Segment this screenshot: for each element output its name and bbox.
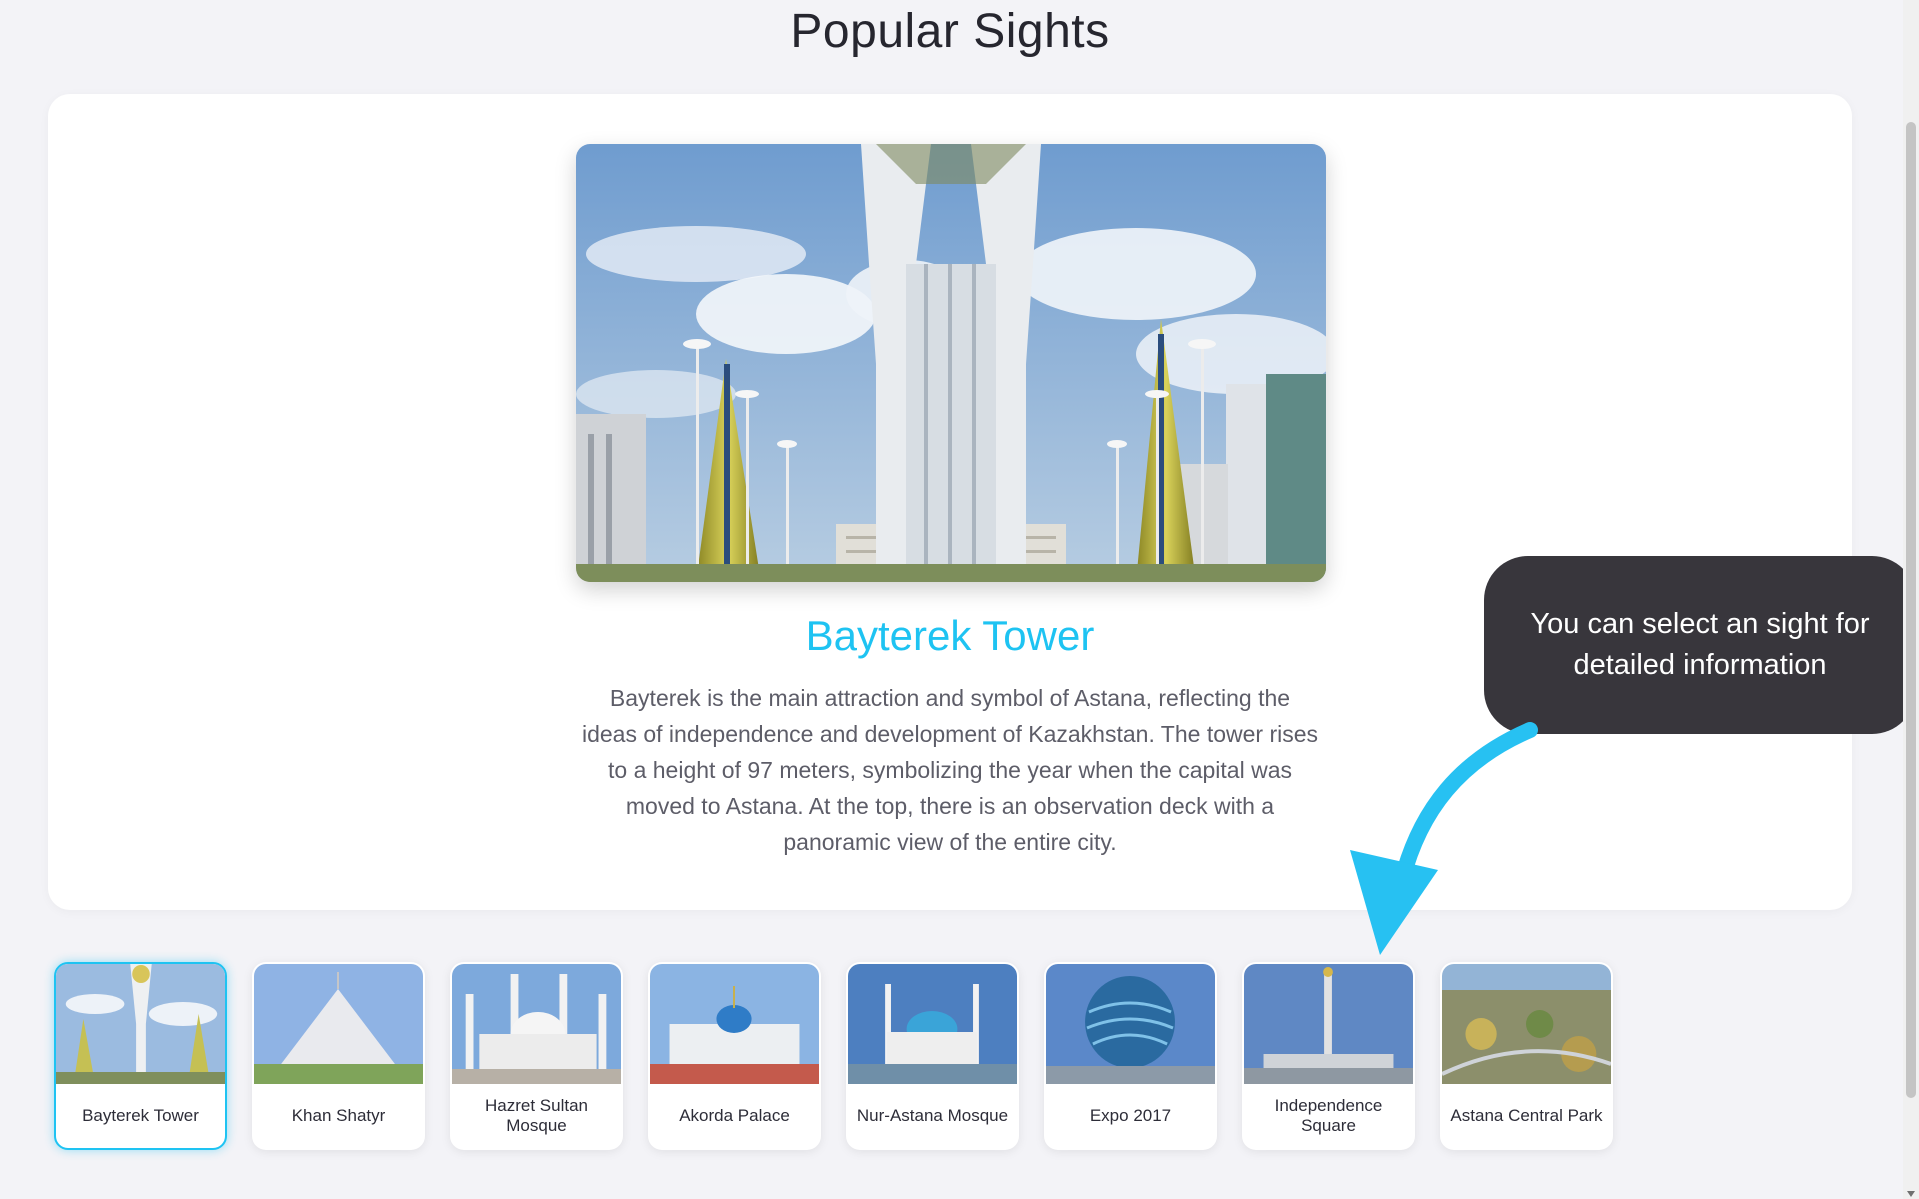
sight-thumb-hazret-sultan-mosque[interactable]: Hazret Sultan Mosque [450, 962, 623, 1150]
sight-thumb-label: Akorda Palace [679, 1106, 790, 1125]
sight-thumb-label: Expo 2017 [1089, 1106, 1172, 1125]
sight-hero-image [576, 144, 1326, 582]
sight-thumb-image [650, 964, 819, 1084]
sight-thumb-image [254, 964, 423, 1084]
scrollbar-thumb[interactable] [1906, 122, 1916, 1098]
sight-thumb-bayterek-tower[interactable]: Bayterek Tower [54, 962, 227, 1150]
sight-thumb-label: Bayterek Tower [82, 1106, 199, 1125]
sight-thumb-label: Astana Central Park [1450, 1106, 1603, 1125]
sight-thumb-independence-square[interactable]: Independence Square [1242, 962, 1415, 1150]
sight-thumb-image [1244, 964, 1413, 1084]
help-tooltip: You can select an sight for detailed inf… [1484, 556, 1916, 734]
tooltip-arrow-icon [1350, 722, 1538, 955]
sight-thumb-label: Khan Shatyr [291, 1106, 386, 1125]
page-title: Popular Sights [790, 5, 1110, 58]
sight-thumb-label: Hazret Sultan Mosque [485, 1096, 588, 1135]
sight-thumb-astana-central-park[interactable]: Astana Central Park [1440, 962, 1613, 1150]
sight-thumb-expo-2017[interactable]: Expo 2017 [1044, 962, 1217, 1150]
sight-thumb-image [56, 964, 225, 1084]
sight-thumb-label: Independence Square [1274, 1096, 1383, 1135]
sight-thumbnails: Bayterek Tower Khan Shatyr Hazret Sultan… [54, 962, 1613, 1150]
sight-thumb-image [1442, 964, 1611, 1084]
sight-thumb-image [848, 964, 1017, 1084]
page-scrollbar[interactable] [1903, 0, 1919, 1199]
sight-thumb-image [452, 964, 621, 1084]
scroll-down-icon[interactable] [1907, 1191, 1915, 1197]
sight-thumb-akorda-palace[interactable]: Akorda Palace [648, 962, 821, 1150]
sight-thumb-label: Nur-Astana Mosque [856, 1106, 1009, 1125]
sight-thumb-nur-astana-mosque[interactable]: Nur-Astana Mosque [846, 962, 1019, 1150]
sight-thumb-khan-shatyr[interactable]: Khan Shatyr [252, 962, 425, 1150]
selected-sight-description: Bayterek is the main attraction and symb… [581, 685, 1319, 855]
sight-thumb-image [1046, 964, 1215, 1084]
